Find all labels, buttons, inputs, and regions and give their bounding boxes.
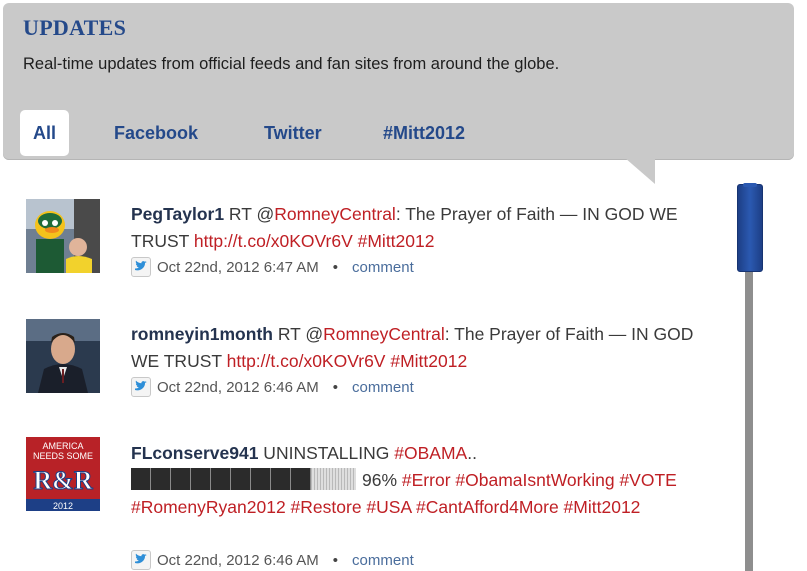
updates-feed: PegTaylor1 RT @RomneyCentral: The Prayer… [0,184,730,571]
post-meta: Oct 22nd, 2012 6:47 AM • comment [131,257,414,279]
post-username[interactable]: FLconserve941 [131,443,258,463]
post-timestamp: Oct 22nd, 2012 6:47 AM [157,259,319,276]
comment-link[interactable]: comment [352,552,414,569]
post-text: PegTaylor1 RT @RomneyCentral: The Prayer… [131,201,711,255]
avatar-text-line1: AMERICA [42,441,83,451]
header-pointer [625,158,655,184]
avatar[interactable] [26,199,100,273]
tab-twitter[interactable]: Twitter [264,110,322,156]
url-link[interactable]: http://t.co/x0KOVr6V [227,351,386,371]
progress-percent: 96% [362,470,398,490]
twitter-bird-icon [131,257,151,278]
twitter-bird-icon [131,550,151,571]
twitter-bird-icon [131,377,151,398]
post-text: FLconserve941 UNINSTALLING #OBAMA.. 96% … [131,440,711,521]
avatar[interactable]: AMERICA NEEDS SOME R&R 2012 [26,437,100,511]
post-meta: Oct 22nd, 2012 6:46 AM • comment [131,377,414,399]
hashtag-link[interactable]: #OBAMA [394,443,467,463]
post-text-part: RT @ [272,324,324,344]
post-text-part: UNINSTALLING [258,443,395,463]
avatar[interactable] [26,319,100,393]
post-timestamp: Oct 22nd, 2012 6:46 AM [157,552,319,569]
page-subtitle: Real-time updates from official feeds an… [23,55,560,73]
post-text: romneyin1month RT @RomneyCentral: The Pr… [131,321,711,375]
meta-separator: • [332,259,339,276]
url-link[interactable]: http://t.co/x0KOVr6V [194,231,353,251]
tab-mitt2012[interactable]: #Mitt2012 [383,110,465,156]
updates-header: UPDATES Real-time updates from official … [3,3,794,160]
scrollbar-thumb[interactable] [737,183,763,272]
hashtag-link[interactable]: #Mitt2012 [390,351,467,371]
progress-fill [131,468,311,491]
meta-separator: • [332,379,339,396]
tab-facebook[interactable]: Facebook [114,110,198,156]
post-username[interactable]: PegTaylor1 [131,204,224,224]
meta-separator: • [332,552,339,569]
hashtag-link[interactable]: #Mitt2012 [358,231,435,251]
comment-link[interactable]: comment [352,379,414,396]
comment-link[interactable]: comment [352,259,414,276]
mention-link[interactable]: RomneyCentral [274,204,396,224]
post-text-part: RT @ [224,204,275,224]
avatar-year: 2012 [53,501,73,511]
uninstall-progress-bar [131,468,356,491]
post-meta: Oct 22nd, 2012 6:46 AM • comment [131,550,414,571]
post-username[interactable]: romneyin1month [131,324,273,344]
post-text-part: .. [467,443,477,463]
avatar-text-line2: NEEDS SOME [33,451,93,461]
avatar-logo-mark: R&R [33,466,92,495]
post-timestamp: Oct 22nd, 2012 6:46 AM [157,379,319,396]
page-title: UPDATES [23,15,127,40]
tab-all[interactable]: All [20,110,70,156]
mention-link[interactable]: RomneyCentral [323,324,445,344]
